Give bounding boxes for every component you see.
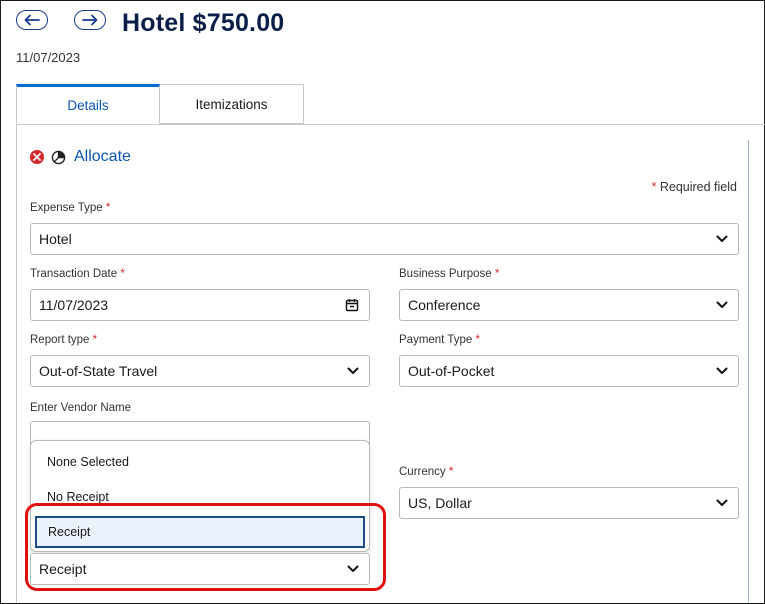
required-star: * xyxy=(651,180,657,194)
chevron-down-icon xyxy=(716,499,728,506)
chevron-down-icon xyxy=(716,235,728,242)
required-text: Required field xyxy=(659,180,737,194)
receipt-value: Receipt xyxy=(39,561,87,577)
tab-details-label: Details xyxy=(67,97,109,113)
currency-label: Currency * xyxy=(399,466,454,478)
transaction-date-label: Transaction Date * xyxy=(30,268,125,280)
business-purpose-label: Business Purpose * xyxy=(399,268,500,280)
transaction-date-value: 11/07/2023 xyxy=(39,297,109,313)
tab-itemizations-label: Itemizations xyxy=(195,96,268,112)
error-x-icon[interactable] xyxy=(30,150,44,164)
option-no-receipt[interactable]: No Receipt xyxy=(47,490,109,504)
chevron-down-icon xyxy=(716,301,728,308)
receipt-select[interactable]: Receipt xyxy=(30,553,370,585)
allocate-pie-icon xyxy=(51,150,66,164)
chevron-down-icon xyxy=(347,367,359,374)
vendor-name-label: Enter Vendor Name xyxy=(30,402,132,414)
tab-details[interactable]: Details xyxy=(16,84,160,124)
expense-type-label: Expense Type * xyxy=(30,202,111,214)
report-type-select[interactable]: Out-of-State Travel xyxy=(30,355,370,387)
page-title: Hotel $750.00 xyxy=(122,9,285,37)
required-field-note: * Required field xyxy=(652,180,738,194)
tab-itemizations[interactable]: Itemizations xyxy=(160,84,304,124)
option-receipt[interactable]: Receipt xyxy=(35,516,365,548)
allocate-row: Allocate xyxy=(30,148,131,166)
chevron-down-icon xyxy=(347,565,359,572)
currency-select[interactable]: US, Dollar xyxy=(399,487,739,519)
chevron-down-icon xyxy=(716,367,728,374)
arrow-left-icon xyxy=(24,14,40,26)
back-button[interactable] xyxy=(16,10,48,30)
transaction-date-field[interactable]: 11/07/2023 xyxy=(30,289,370,321)
payment-type-value: Out-of-Pocket xyxy=(408,363,495,379)
receipt-dropdown-list: None Selected No Receipt Receipt xyxy=(30,440,370,552)
option-receipt-label: Receipt xyxy=(48,525,91,539)
expense-type-value: Hotel xyxy=(39,231,72,247)
forward-button[interactable] xyxy=(74,10,106,30)
arrow-right-icon xyxy=(82,14,98,26)
expense-date: 11/07/2023 xyxy=(16,50,81,65)
tabs-divider xyxy=(16,124,765,125)
report-type-value: Out-of-State Travel xyxy=(39,363,158,379)
payment-type-label: Payment Type * xyxy=(399,334,480,346)
allocate-link[interactable]: Allocate xyxy=(74,148,131,166)
expense-type-select[interactable]: Hotel xyxy=(30,223,739,255)
business-purpose-select[interactable]: Conference xyxy=(399,289,739,321)
panel-left-border xyxy=(16,124,17,602)
calendar-icon[interactable] xyxy=(345,298,359,312)
payment-type-select[interactable]: Out-of-Pocket xyxy=(399,355,739,387)
currency-value: US, Dollar xyxy=(408,495,472,511)
scrollbar-track[interactable] xyxy=(748,140,749,602)
business-purpose-value: Conference xyxy=(408,297,481,313)
report-type-label: Report type * xyxy=(30,334,98,346)
option-none-selected[interactable]: None Selected xyxy=(47,455,129,469)
